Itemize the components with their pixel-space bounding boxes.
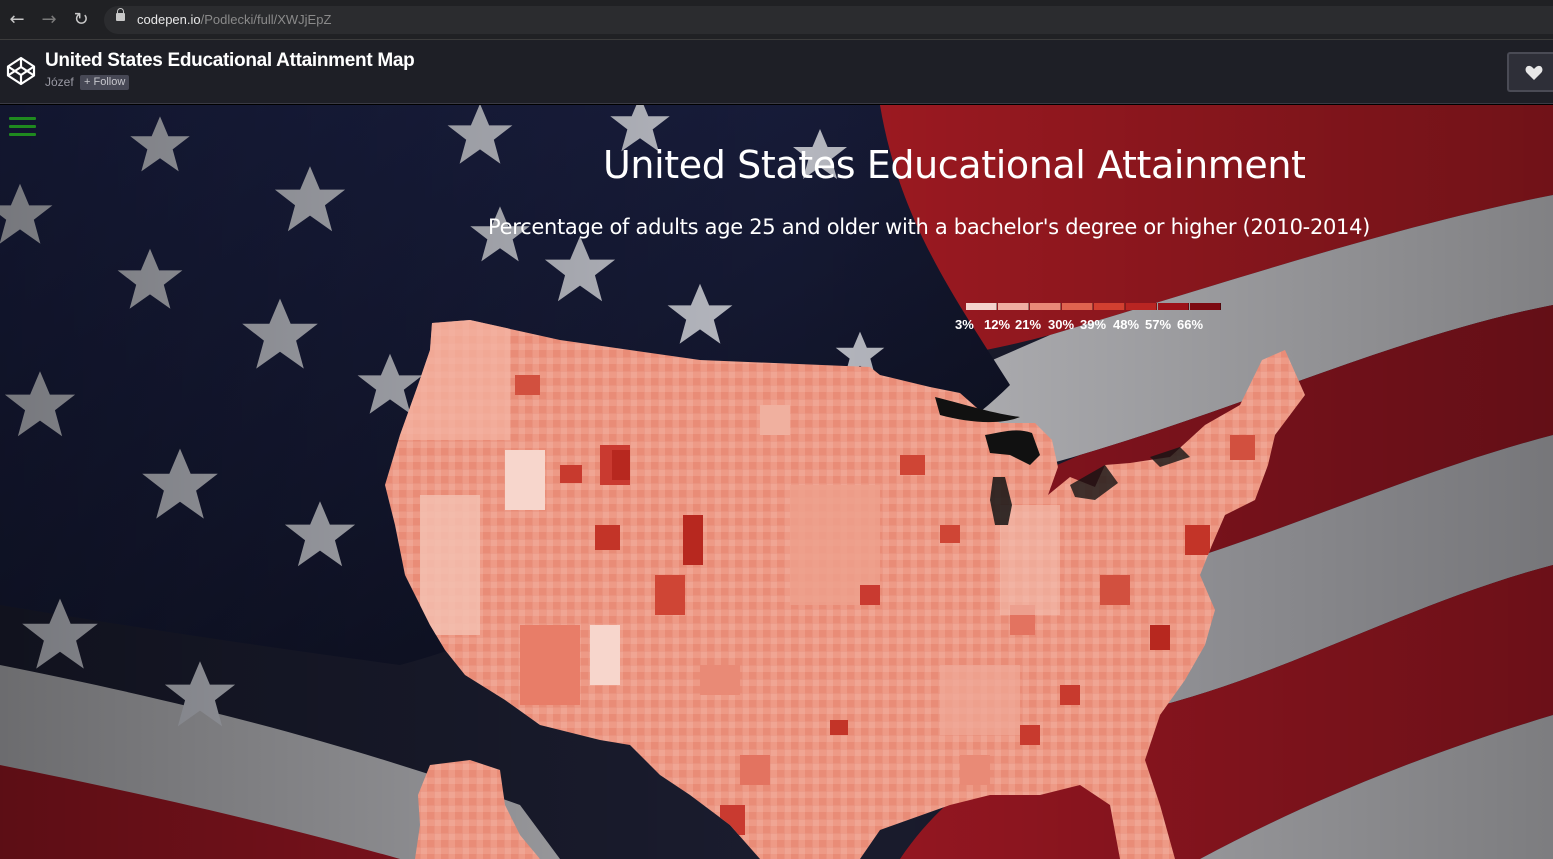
address-bar[interactable]: codepen.io/Podlecki/full/XWJjEpZ — [104, 6, 1553, 34]
us-county-map — [385, 320, 1305, 859]
back-arrow-icon[interactable]: ← — [6, 9, 28, 31]
reload-icon[interactable]: ↻ — [70, 9, 92, 31]
pen-author[interactable]: Józef — [45, 75, 74, 89]
follow-button[interactable]: + Follow — [80, 75, 130, 90]
lock-icon — [116, 8, 125, 21]
browser-toolbar: ← → ↻ codepen.io/Podlecki/full/XWJjEpZ — [0, 0, 1553, 40]
url-text: codepen.io/Podlecki/full/XWJjEpZ — [137, 12, 331, 27]
url-path: /Podlecki/full/XWJjEpZ — [200, 12, 332, 27]
visualization-area: United States Educational Attainment Per… — [0, 105, 1553, 859]
like-button[interactable] — [1507, 52, 1553, 92]
url-domain: codepen.io — [137, 12, 201, 27]
pen-title: United States Educational Attainment Map — [45, 50, 415, 71]
forward-arrow-icon[interactable]: → — [38, 9, 60, 31]
codepen-logo-icon[interactable] — [6, 56, 36, 86]
heart-icon — [1525, 65, 1543, 80]
codepen-header: United States Educational Attainment Map… — [0, 40, 1553, 104]
